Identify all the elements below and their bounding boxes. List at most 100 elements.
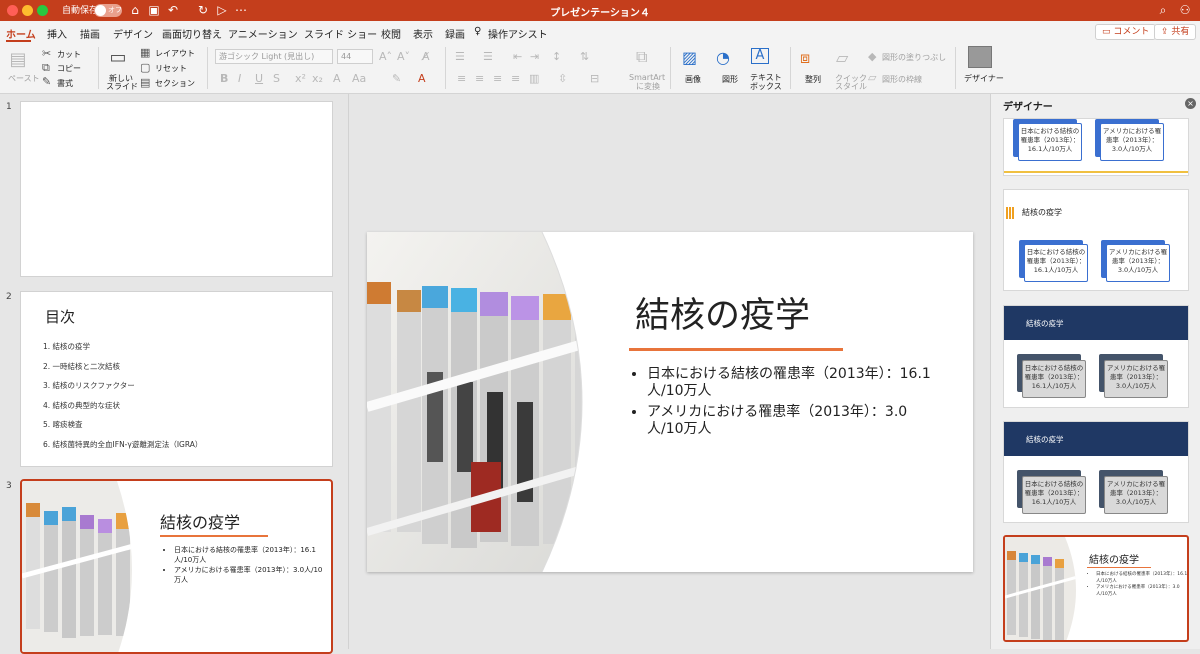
share-button[interactable]: ⇪ 共有	[1154, 24, 1197, 40]
columns-icon[interactable]: ▥	[529, 72, 539, 85]
reset-button[interactable]: リセット	[155, 63, 187, 74]
text-direction-icon[interactable]: ⇅	[580, 50, 589, 63]
slide-bullet: 日本における結核の罹患率（2013年）：16.1人/10万人	[647, 366, 935, 400]
toc-item: 3. 結核のリスクファクター	[43, 381, 135, 391]
new-slide-icon[interactable]: ▭	[108, 47, 128, 68]
underline-icon[interactable]: U	[255, 72, 263, 85]
tab-home[interactable]: ホーム	[6, 26, 36, 41]
line-spacing-icon[interactable]: ↕	[552, 50, 561, 63]
strikethrough-icon[interactable]: S	[273, 72, 280, 85]
cut-button[interactable]: カット	[57, 49, 81, 60]
subscript-icon[interactable]: x₂	[312, 72, 323, 85]
shape-icon[interactable]: ◔	[716, 48, 730, 67]
slide-bullet: アメリカにおける罹患率（2013年）：3.0人/10万人	[647, 404, 935, 438]
search-icon[interactable]: ⌕	[1156, 3, 1170, 17]
toc-item: 6. 結核菌特異的全血IFN-γ遊離測定法（IGRA）	[43, 439, 203, 449]
tab-review[interactable]: 校閲	[381, 26, 401, 41]
slide-image[interactable]	[367, 232, 607, 572]
slide-thumbnail-1[interactable]	[20, 101, 333, 277]
thumbnail-number: 3	[6, 481, 12, 491]
vertical-align-icon[interactable]: ⇳	[558, 72, 567, 85]
ribbon-tabs: ホーム 挿入 描画 デザイン 画面切り替え アニメーション スライド ショー 校…	[0, 21, 1200, 43]
design-option-3[interactable]: 結核の疫学 日本における結核の罹患率（2013年）：16.1人/10万人 アメリ…	[1003, 305, 1189, 408]
font-size-select[interactable]: 44	[337, 49, 373, 64]
numbering-icon[interactable]: ☰	[483, 50, 493, 63]
bullets-icon[interactable]: ☰	[455, 50, 465, 63]
tab-record[interactable]: 録画	[445, 26, 465, 41]
thumb-title-underline	[160, 535, 268, 537]
decrease-font-icon[interactable]: A˅	[397, 50, 410, 63]
arrange-icon[interactable]: ⧈	[800, 48, 810, 68]
tab-design[interactable]: デザイン	[113, 26, 153, 41]
paste-icon[interactable]: ▤	[8, 49, 28, 70]
format-painter-button[interactable]: 書式	[57, 78, 73, 89]
font-name-select[interactable]: 游ゴシック Light (見出し)	[215, 49, 333, 64]
tab-insert[interactable]: 挿入	[47, 26, 67, 41]
designer-button[interactable]: デザイナー	[964, 73, 1004, 84]
shape-fill-button[interactable]: 図形の塗りつぶし	[882, 52, 946, 63]
slide-title[interactable]: 結核の疫学	[635, 287, 810, 338]
textbox-icon[interactable]: A	[751, 48, 769, 64]
copy-button[interactable]: コピー	[57, 63, 81, 74]
section-icon: ▤	[140, 76, 151, 89]
toc-item: 1. 結核の疫学	[43, 342, 91, 351]
designer-icon[interactable]	[968, 46, 992, 68]
align-left-icon[interactable]: ≡	[457, 72, 466, 85]
document-title: プレゼンテーション４	[550, 8, 650, 19]
quick-style-icon[interactable]: ▱	[836, 48, 848, 67]
close-icon[interactable]: ×	[1185, 98, 1196, 109]
align-right-icon[interactable]: ≡	[493, 72, 502, 85]
image-button[interactable]: 画像	[685, 74, 701, 85]
text-effect-icon[interactable]: A	[333, 72, 341, 85]
bold-icon[interactable]: B	[220, 72, 228, 85]
superscript-icon[interactable]: x²	[295, 72, 306, 85]
highlight-icon[interactable]: ✎	[392, 72, 401, 85]
smartart-icon[interactable]: ⧉	[636, 47, 647, 67]
increase-font-icon[interactable]: A˄	[379, 50, 392, 63]
section-button[interactable]: セクション	[155, 78, 195, 89]
tab-animations[interactable]: アニメーション	[228, 26, 298, 41]
design-option-1[interactable]: 日本における結核の罹患率（2013年）：16.1人/10万人 アメリカにおける罹…	[1003, 118, 1189, 176]
layout-button[interactable]: レイアウト	[155, 48, 195, 59]
reset-icon: ▢	[140, 61, 151, 74]
design-option-2[interactable]: 結核の疫学 日本における結核の罹患率（2013年）：16.1人/10万人 アメリ…	[1003, 189, 1189, 291]
title-underline	[629, 348, 843, 351]
designer-pane: デザイナー × 日本における結核の罹患率（2013年）：16.1人/10万人 ア…	[990, 94, 1200, 649]
toc-item: 5. 喀痰検査	[43, 420, 83, 430]
decrease-indent-icon[interactable]: ⇤	[513, 50, 522, 63]
thumbnail-number: 2	[6, 292, 12, 302]
image-icon[interactable]: ▨	[682, 48, 697, 67]
font-color-icon[interactable]: A	[418, 72, 426, 85]
account-icon[interactable]: ⚇	[1178, 3, 1192, 17]
align-text-icon[interactable]: ⊟	[590, 72, 599, 85]
slide-body[interactable]: 日本における結核の罹患率（2013年）：16.1人/10万人 アメリカにおける罹…	[635, 366, 935, 438]
slide-image-thumb	[22, 481, 132, 652]
align-center-icon[interactable]: ≡	[475, 72, 484, 85]
layout-icon: ▦	[140, 46, 151, 59]
copy-icon: ⧉	[42, 61, 50, 74]
tab-draw[interactable]: 描画	[80, 26, 100, 41]
tab-slideshow[interactable]: スライド ショー	[304, 26, 377, 41]
tab-transitions[interactable]: 画面切り替え	[162, 26, 222, 41]
design-option-4[interactable]: 結核の疫学 日本における結核の罹患率（2013年）：16.1人/10万人 アメリ…	[1003, 421, 1189, 523]
italic-icon[interactable]: I	[238, 72, 241, 85]
current-slide[interactable]: 結核の疫学 日本における結核の罹患率（2013年）：16.1人/10万人 アメリ…	[367, 232, 973, 572]
thumb-bullet: アメリカにおける罹患率（2013年）：3.0人/10万人	[174, 565, 324, 585]
comment-button[interactable]: ▭ コメント	[1095, 24, 1157, 40]
fill-icon: ◆	[868, 50, 877, 63]
tab-tell-me[interactable]: 操作アシスト	[488, 26, 548, 41]
title-bar: 自動保存 オフ ⌂ ▣ ↶ ↻ ▷ ⋯ プレゼンテーション４ ⌕ ⚇	[0, 0, 1200, 21]
design-option-5[interactable]: 結核の疫学 日本における結核の罹患率（2013年）：16.1人/10万人 アメリ…	[1003, 535, 1189, 642]
slide-thumbnail-3[interactable]: 結核の疫学 日本における結核の罹患率（2013年）：16.1人/10万人 アメリ…	[20, 479, 333, 654]
justify-icon[interactable]: ≡	[511, 72, 520, 85]
thumb-slide-title: 結核の疫学	[160, 513, 241, 532]
shape-outline-button[interactable]: 図形の枠線	[882, 74, 922, 85]
slide-thumbnail-2[interactable]: 目次 1. 結核の疫学 2. 一時結核と二次結核 3. 結核のリスクファクター …	[20, 291, 333, 467]
arrange-button[interactable]: 整列	[805, 74, 821, 85]
clear-format-icon[interactable]: A̸	[422, 50, 430, 63]
increase-indent-icon[interactable]: ⇥	[530, 50, 539, 63]
paste-button[interactable]: ペースト	[8, 73, 40, 84]
shape-button[interactable]: 図形	[722, 74, 738, 85]
tab-view[interactable]: 表示	[413, 26, 433, 41]
change-case-icon[interactable]: Aa	[352, 72, 366, 85]
